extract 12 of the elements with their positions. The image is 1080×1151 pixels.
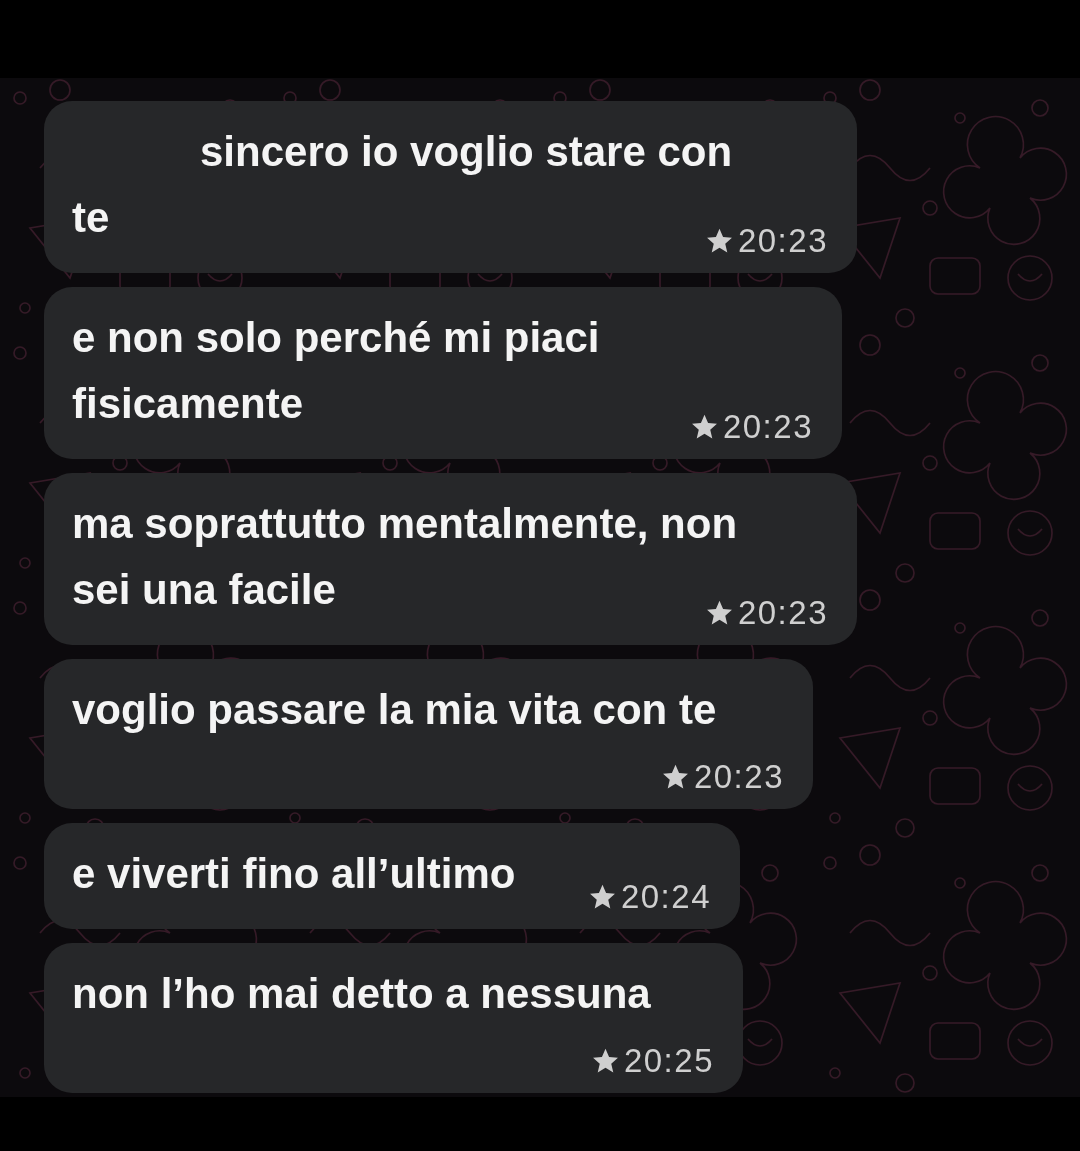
message-time: 20:23: [722, 407, 813, 447]
message-text: sincero io voglio stare con te: [72, 127, 733, 243]
message-time: 20:23: [737, 593, 828, 633]
message-text: non l’ho mai detto a nessuna: [72, 969, 651, 1019]
message-text: ma soprattutto mentalmente, non sei una facile: [72, 499, 738, 615]
message-time: 20:25: [623, 1041, 714, 1081]
message-text: e viverti fino all’ultimo: [72, 849, 516, 899]
message-text: e non solo perché mi piaci fisicamente: [72, 313, 600, 429]
message-time: 20:23: [693, 757, 784, 797]
message-time: 20:24: [620, 877, 711, 917]
message-time: 20:23: [737, 221, 828, 261]
message-text: voglio passare la mia vita con te: [72, 685, 717, 735]
